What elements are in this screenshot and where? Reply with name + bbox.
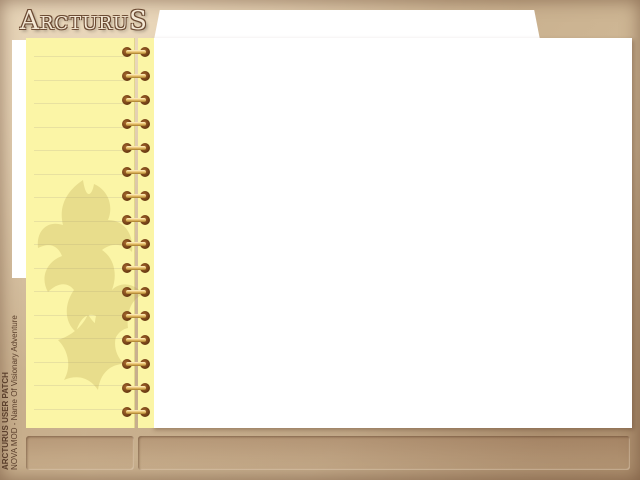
spiral-ring-icon [122, 406, 150, 418]
notepad-line [34, 409, 130, 410]
spiral-ring-icon [122, 382, 150, 394]
notepad-line [34, 127, 130, 128]
spiral-ring-icon [122, 214, 150, 226]
spiral-ring-icon [122, 142, 150, 154]
patch-credit-label: ARCTURUS USER PATCH NOVA MOD - Name Of V… [1, 280, 19, 470]
spiral-ring-icon [122, 118, 150, 130]
notepad-line [34, 56, 130, 57]
spiral-ring-icon [122, 286, 150, 298]
notepad-line [34, 103, 130, 104]
arcturus-logo: ArcturuS [20, 2, 148, 40]
mod-subtitle: NOVA MOD - Name Of Visionary Adventure [10, 315, 19, 470]
spiral-ring-icon [122, 46, 150, 58]
spiral-ring-icon [122, 238, 150, 250]
bottom-message-slot [138, 436, 630, 470]
patch-title: ARCTURUS USER PATCH [1, 372, 10, 470]
journal-page-area [152, 38, 632, 428]
spiral-ring-icon [122, 262, 150, 274]
spiral-ring-icon [122, 70, 150, 82]
notepad-line [34, 80, 130, 81]
spiral-ring-icon [122, 94, 150, 106]
spiral-ring-icon [122, 334, 150, 346]
bottom-panel [26, 436, 630, 474]
notepad-line [34, 150, 130, 151]
spiral-ring-icon [122, 310, 150, 322]
spiral-ring-icon [122, 190, 150, 202]
bottom-left-slot [26, 436, 134, 470]
spiral-ring-icon [122, 166, 150, 178]
logo-text: ArcturuS [20, 6, 148, 36]
spiral-ring-icon [122, 358, 150, 370]
